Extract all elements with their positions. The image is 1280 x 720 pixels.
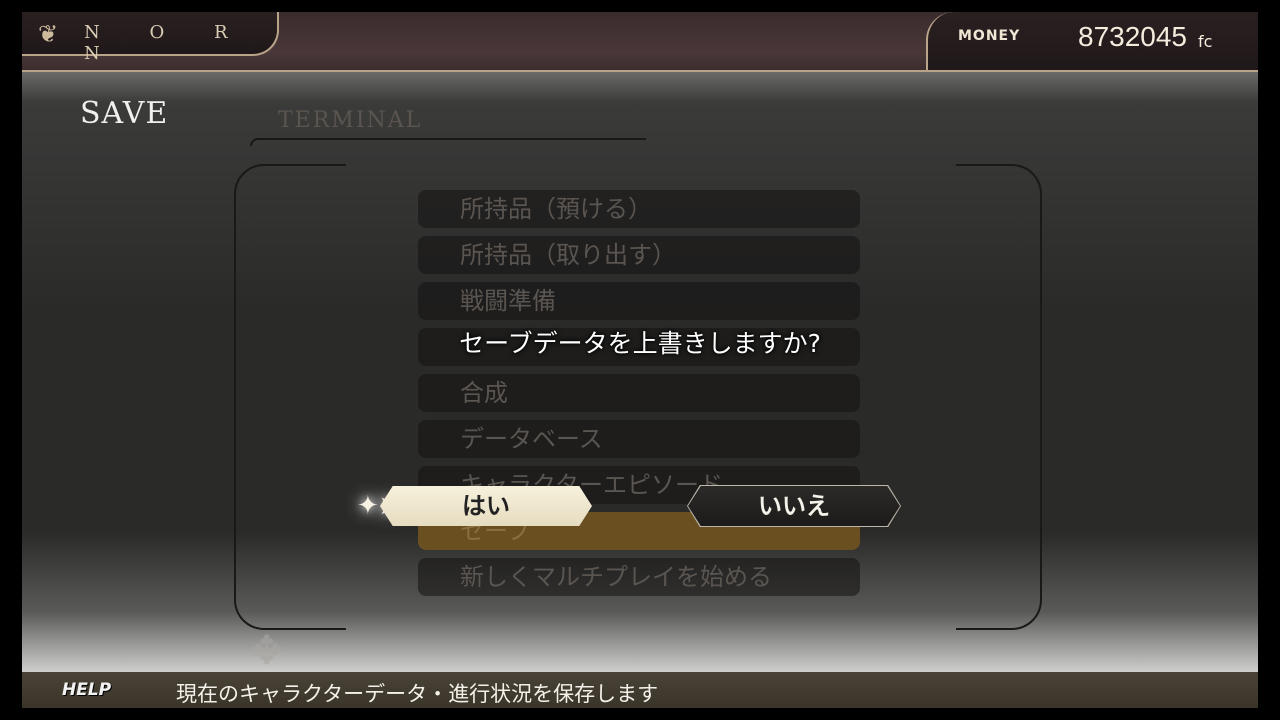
- brand-logo: N O R N: [84, 22, 250, 64]
- menu-frame-right: [956, 164, 1042, 630]
- money-value: 8732045: [1078, 21, 1188, 52]
- confirm-message: セーブデータを上書きしますか?: [459, 329, 821, 358]
- menu-item[interactable]: 所持品（預ける）: [418, 190, 860, 228]
- menu-frame-left: [234, 164, 346, 630]
- money-panel: MONEY 8732045 fc: [926, 12, 1258, 72]
- game-screen: ❦ N O R N MONEY 8732045 fc SAVE TERMINAL…: [22, 12, 1258, 708]
- help-bar: HELP 現在のキャラクターデータ・進行状況を保存します: [22, 672, 1258, 708]
- terminal-menu: 所持品（預ける） 所持品（取り出す） 戦闘準備 合成 データベース キャラクター…: [418, 190, 860, 604]
- fleur-icon: ❦: [37, 20, 59, 48]
- terminal-label: TERMINAL: [278, 108, 423, 133]
- top-bar: ❦ N O R N MONEY 8732045 fc: [22, 12, 1258, 72]
- money-label: MONEY: [958, 28, 1021, 44]
- money-unit: fc: [1198, 32, 1213, 51]
- no-button[interactable]: いいえ: [688, 486, 900, 526]
- brand-tab: ❦ N O R N: [22, 12, 279, 64]
- ornament-icon: ✥: [250, 628, 284, 674]
- yes-button[interactable]: はい: [380, 486, 592, 526]
- page-title: SAVE: [80, 96, 169, 131]
- menu-item[interactable]: 合成: [418, 374, 860, 412]
- terminal-underline: [250, 138, 646, 146]
- menu-item[interactable]: 戦闘準備: [418, 282, 860, 320]
- menu-item[interactable]: 新しくマルチプレイを始める: [418, 558, 860, 596]
- menu-item[interactable]: データベース: [418, 420, 860, 458]
- menu-item[interactable]: 所持品（取り出す）: [418, 236, 860, 274]
- help-text: 現在のキャラクターデータ・進行状況を保存します: [176, 682, 659, 706]
- help-label: HELP: [62, 680, 112, 700]
